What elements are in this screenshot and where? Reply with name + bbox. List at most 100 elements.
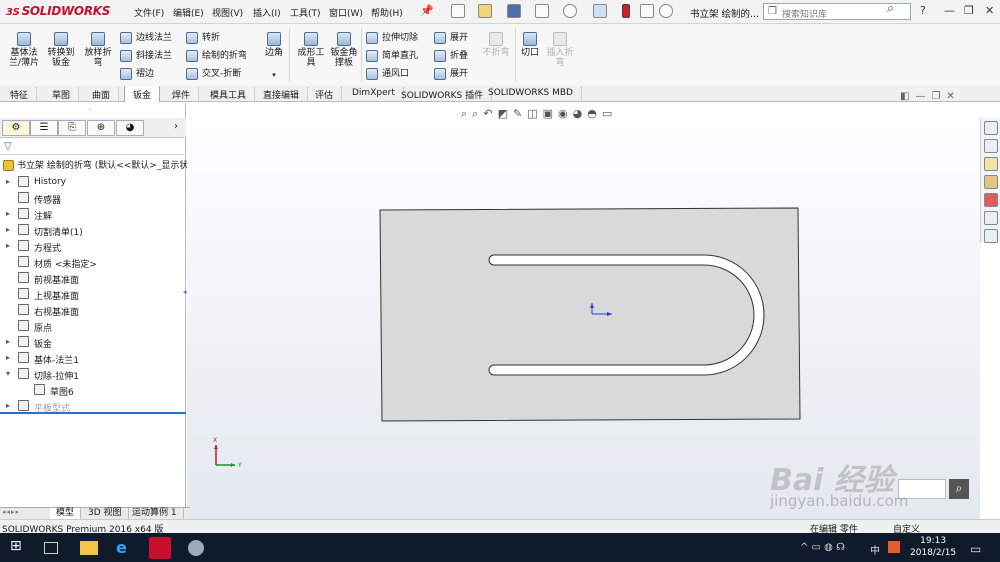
viewport-close-icon[interactable]: ✕	[946, 91, 960, 102]
chevron-right-icon[interactable]: ▸	[6, 177, 10, 186]
panel-grip-icon[interactable]: ◦	[88, 106, 92, 114]
solidworks-taskbar-icon[interactable]	[149, 537, 171, 559]
menu-file[interactable]: 文件(F)	[134, 6, 164, 19]
tab-direct-editing[interactable]: 直接编辑	[255, 86, 309, 102]
restore-button[interactable]: ❐	[964, 4, 974, 17]
help-button[interactable]: ?	[920, 4, 926, 17]
appearances-icon[interactable]	[984, 193, 998, 207]
tree-item[interactable]: 上视基准面	[0, 287, 186, 303]
select-icon[interactable]	[593, 4, 607, 18]
insert-bends-button[interactable]: 插入折 弯	[538, 32, 582, 68]
tree-item[interactable]: ▸ 切割清单(1)	[0, 223, 186, 239]
property-manager-tab-icon[interactable]: ☰	[30, 120, 58, 136]
menu-window[interactable]: 窗口(W)	[329, 6, 363, 19]
filter-icon[interactable]: ▽	[4, 141, 12, 152]
gusset-button[interactable]: 钣金角 撑板	[322, 32, 366, 68]
chevron-right-icon[interactable]: ▸	[6, 401, 10, 410]
edge-flange-button[interactable]: 边线法兰	[120, 30, 172, 44]
menu-insert[interactable]: 插入(I)	[253, 6, 281, 19]
tree-root[interactable]: 书立架 绘制的折弯 (默认<<默认>_显示状	[0, 158, 188, 171]
hem-button[interactable]: 褶边	[120, 66, 154, 80]
chevron-right-icon[interactable]: ▸	[6, 241, 10, 250]
print-icon[interactable]	[535, 4, 549, 18]
close-button[interactable]: ✕	[985, 4, 994, 17]
tree-item[interactable]: 传感器	[0, 191, 186, 207]
edge-browser-icon[interactable]: e	[116, 538, 136, 558]
notification-icon[interactable]: ▭	[970, 542, 981, 556]
save-icon[interactable]	[507, 4, 521, 18]
simple-hole-button[interactable]: 简单直孔	[366, 48, 418, 62]
search-icon[interactable]: ⌕	[887, 1, 894, 16]
file-properties-icon[interactable]	[640, 4, 654, 18]
viewport-minimize-icon[interactable]: —	[915, 91, 931, 102]
chevron-down-icon[interactable]: ▾	[6, 369, 10, 378]
tab-sketch[interactable]: 草图	[44, 86, 80, 102]
tab-weldments[interactable]: 焊件	[164, 86, 200, 102]
file-explorer-taskbar-icon[interactable]	[80, 541, 98, 555]
custom-properties-icon[interactable]	[984, 211, 998, 225]
solidworks-resources-icon[interactable]	[984, 121, 998, 135]
tree-item[interactable]: ▸ 方程式	[0, 239, 186, 255]
undo-icon[interactable]	[563, 4, 577, 18]
menu-help[interactable]: 帮助(H)	[371, 6, 403, 19]
windows-start-icon[interactable]: ⊞	[10, 538, 30, 558]
tab-solidworks-mbd[interactable]: SOLIDWORKS MBD	[480, 86, 582, 102]
chevron-right-icon[interactable]: ›	[174, 121, 178, 132]
tab-scroll-icon[interactable]: ◂◂▸▸	[2, 508, 20, 516]
chevron-right-icon[interactable]: ▸	[6, 353, 10, 362]
tree-item[interactable]: 前视基准面	[0, 271, 186, 287]
viewport-window-controls[interactable]: ◧—❐✕	[900, 91, 961, 102]
tab-features[interactable]: 特征	[2, 86, 38, 102]
taskbar-clock[interactable]: 19:13 2018/2/15	[910, 535, 956, 559]
viewport-tile-icon[interactable]: ◧	[900, 91, 915, 102]
tree-item[interactable]: 原点	[0, 319, 186, 335]
configuration-manager-tab-icon[interactable]: ⎘	[58, 120, 86, 136]
dimxpert-manager-tab-icon[interactable]: ⊕	[87, 120, 115, 136]
file-explorer-icon[interactable]	[984, 157, 998, 171]
feature-manager-tab-icon[interactable]: ⚙	[2, 120, 30, 136]
display-manager-tab-icon[interactable]: ◕	[116, 120, 144, 136]
tree-item[interactable]: ▸ 钣金	[0, 335, 186, 351]
tree-item[interactable]: ▸ 注解	[0, 207, 186, 223]
view-palette-icon[interactable]	[984, 175, 998, 189]
viewport-restore-icon[interactable]: ❐	[931, 91, 946, 102]
menu-edit[interactable]: 编辑(E)	[173, 6, 204, 19]
menu-view[interactable]: 视图(V)	[212, 6, 243, 19]
solidworks-logo[interactable]: 3S SOLIDWORKS	[6, 4, 110, 18]
tree-item[interactable]: 草图6	[0, 383, 186, 399]
tree-item[interactable]: ▸ History	[0, 175, 186, 191]
tab-mold-tools[interactable]: 模具工具	[202, 86, 256, 102]
minimize-button[interactable]: —	[944, 4, 955, 17]
design-library-icon[interactable]	[984, 139, 998, 153]
unfold-button[interactable]: 展开	[434, 30, 468, 44]
filter-bar[interactable]: ▽	[0, 140, 186, 155]
chevron-right-icon[interactable]: ▸	[6, 225, 10, 234]
tray-icons[interactable]: ^ ▭ ◍ ☊	[800, 542, 845, 553]
tab-sheet-metal[interactable]: 钣金	[124, 86, 161, 102]
tree-item[interactable]: 右视基准面	[0, 303, 186, 319]
tab-surfaces[interactable]: 曲面	[84, 86, 120, 102]
tree-item[interactable]: 材质 <未指定>	[0, 255, 186, 271]
forum-icon[interactable]	[984, 229, 998, 243]
menu-tools[interactable]: 工具(T)	[290, 6, 321, 19]
tab-solidworks-addins[interactable]: SOLIDWORKS 插件	[393, 86, 493, 102]
extruded-cut-button[interactable]: 拉伸切除	[366, 30, 418, 44]
rebuild-icon[interactable]	[622, 4, 630, 18]
tree-item[interactable]: ▸ 平板型式	[0, 399, 186, 415]
sketched-bend-button[interactable]: 绘制的折弯	[186, 48, 247, 62]
open-icon[interactable]	[478, 4, 492, 18]
tab-evaluate[interactable]: 评估	[307, 86, 343, 102]
jog-button[interactable]: 转折	[186, 30, 220, 44]
cross-break-button[interactable]: 交叉-折断	[186, 66, 241, 80]
new-document-icon[interactable]	[451, 4, 465, 18]
ime-indicator[interactable]: 中	[870, 542, 880, 557]
tree-item[interactable]: ▸ 基体-法兰1	[0, 351, 186, 367]
task-view-icon[interactable]	[44, 542, 58, 554]
chevron-right-icon[interactable]: ▸	[6, 209, 10, 218]
sogou-ime-icon[interactable]	[888, 541, 900, 553]
tree-item[interactable]: ▾ 切除-拉伸1	[0, 367, 186, 383]
lofted-bend-button[interactable]: 放样折 弯	[76, 32, 120, 68]
options-gear-icon[interactable]	[659, 4, 673, 18]
pin-icon[interactable]: 📌	[420, 4, 434, 17]
app-taskbar-icon[interactable]	[188, 540, 204, 556]
